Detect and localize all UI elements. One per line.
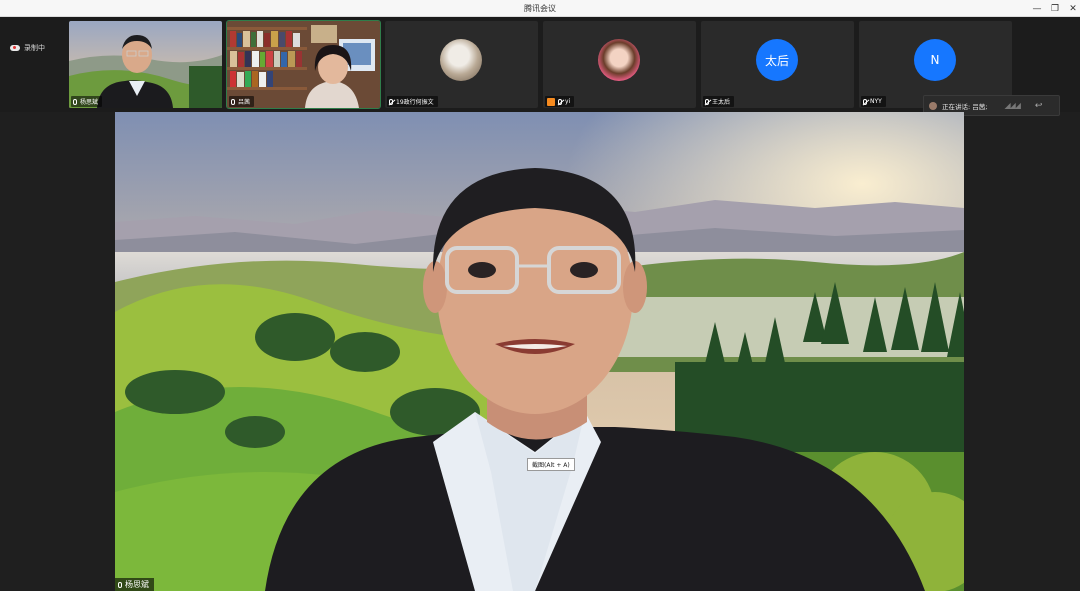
mic-muted-icon: [558, 98, 562, 105]
window-title: 腾讯会议: [524, 4, 556, 13]
mic-muted-icon: [863, 98, 867, 105]
avatar: [598, 39, 640, 81]
participant-video: [227, 21, 380, 108]
participant-tile[interactable]: 杨思斌: [69, 21, 222, 108]
avatar: N: [914, 39, 956, 81]
speaker-avatar: [929, 101, 937, 110]
speaking-label: 正在讲话: 吕茜;: [942, 102, 988, 111]
avatar: 太后: [756, 39, 798, 81]
main-speaker-label: 杨思斌: [115, 578, 154, 591]
participant-tile[interactable]: yi: [543, 21, 696, 108]
participant-name-label: yi: [545, 96, 575, 107]
recording-label: 录制中: [24, 44, 45, 52]
main-speaker-video[interactable]: 杨思斌: [115, 112, 964, 591]
return-icon[interactable]: ↩: [1035, 101, 1043, 111]
speaker-video-frame: [115, 112, 964, 591]
cloud-record-icon: [10, 45, 20, 51]
close-icon[interactable]: ✕: [1064, 0, 1080, 17]
participant-name-label: 19政行何振文: [387, 96, 438, 107]
restore-icon[interactable]: ❐: [1046, 0, 1064, 17]
participant-tile[interactable]: 太后 王太后: [701, 21, 854, 108]
screenshot-tooltip: 截图(Alt + A): [527, 458, 575, 471]
title-bar: 腾讯会议 — ❐ ✕: [0, 0, 1080, 17]
participant-strip: 录制中 杨思斌 吕茜 19政行何振文 yi 太后 王太后 N NYY: [0, 17, 1080, 112]
mic-muted-icon: [705, 98, 709, 105]
participant-name-label: 王太后: [703, 96, 735, 107]
mic-icon: [118, 581, 122, 588]
mic-muted-icon: [389, 98, 393, 105]
mic-icon: [231, 98, 235, 105]
participant-name-label: 杨思斌: [71, 96, 103, 107]
audio-level-icon: ◢◢◢: [1004, 101, 1021, 110]
minimize-icon[interactable]: —: [1028, 0, 1046, 17]
user-badge-icon: [547, 97, 555, 106]
participant-tile[interactable]: 19政行何振文: [385, 21, 538, 108]
participant-name-label: 吕茜: [229, 96, 255, 107]
avatar: [440, 39, 482, 81]
recording-indicator[interactable]: 录制中: [10, 43, 45, 53]
participant-tile[interactable]: 吕茜: [226, 20, 381, 109]
participant-name-label: NYY: [861, 96, 886, 107]
mic-icon: [73, 98, 77, 105]
participant-video: [69, 21, 222, 108]
